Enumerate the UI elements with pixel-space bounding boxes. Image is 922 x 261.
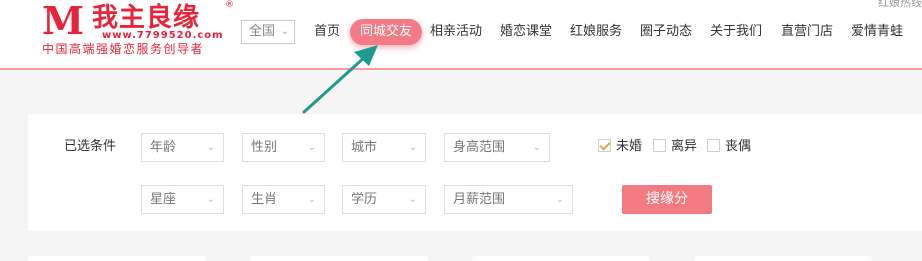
selected-conditions-label: 已选条件 [64,139,117,154]
chevron-down-icon: ⌄ [408,194,417,205]
height-range-select[interactable]: 身高范围 ⌄ [444,133,550,162]
result-card[interactable] [250,256,428,261]
widowed-label: 丧偶 [725,139,752,154]
education-select-value: 学历 [351,192,378,207]
checkbox-icon [653,139,666,152]
divorced-label: 离异 [671,139,698,154]
chevron-down-icon: ⌄ [206,194,215,205]
never-married-checkbox[interactable]: 未婚 [598,138,642,156]
height-range-select-value: 身高范围 [453,140,506,155]
chinese-zodiac-select-value: 生肖 [251,192,278,207]
never-married-label: 未婚 [616,139,643,154]
result-card[interactable] [694,256,872,261]
result-card[interactable] [472,256,650,261]
salary-range-select[interactable]: 月薪范围 ⌄ [444,185,573,214]
divorced-checkbox[interactable]: 离异 [653,138,697,156]
checkbox-icon [707,139,720,152]
age-select[interactable]: 年龄 ⌄ [141,133,224,162]
chevron-down-icon: ⌄ [307,142,316,153]
education-select[interactable]: 学历 ⌄ [342,185,426,214]
chevron-down-icon: ⌄ [307,194,316,205]
chevron-down-icon: ⌄ [555,194,564,205]
result-card[interactable] [28,256,206,261]
chevron-down-icon: ⌄ [532,142,541,153]
age-select-value: 年龄 [150,140,177,155]
zodiac-select-value: 星座 [150,192,177,207]
zodiac-select[interactable]: 星座 ⌄ [141,185,224,214]
search-button[interactable]: 搜缘分 [622,185,712,214]
widowed-checkbox[interactable]: 丧偶 [707,138,751,156]
gender-select[interactable]: 性别 ⌄ [242,133,325,162]
city-filter-select[interactable]: 城市 ⌄ [342,133,426,162]
checkbox-icon [598,139,611,152]
salary-range-select-value: 月薪范围 [453,192,506,207]
chevron-down-icon: ⌄ [408,142,417,153]
city-filter-select-value: 城市 [351,140,378,155]
chevron-down-icon: ⌄ [206,142,215,153]
gender-select-value: 性别 [251,140,278,155]
chinese-zodiac-select[interactable]: 生肖 ⌄ [242,185,325,214]
